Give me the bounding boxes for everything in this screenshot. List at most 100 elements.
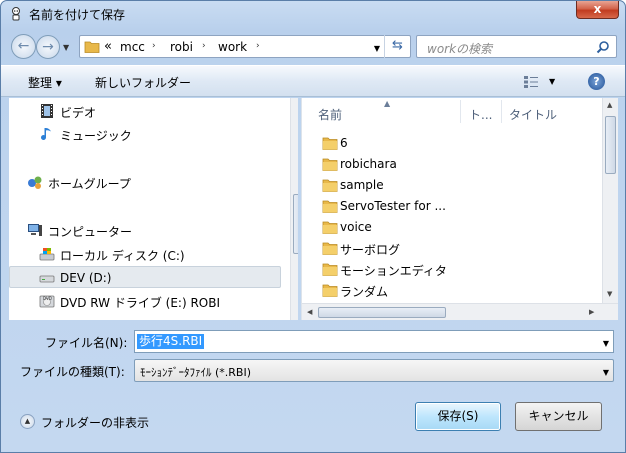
- filetype-dropdown-chevron-icon[interactable]: ▼: [603, 368, 609, 377]
- file-list-pane: ▲ 名前 ト... タイトル 6 robichara sample ServoTest…: [301, 98, 618, 320]
- file-list-item[interactable]: ServoTester for ...: [318, 196, 588, 217]
- homegroup-icon: [28, 176, 42, 189]
- breadcrumb-separator-icon[interactable]: ›: [256, 41, 260, 51]
- file-list-item[interactable]: 6: [318, 133, 588, 154]
- address-bar[interactable]: « mcc › robi › work › ▼: [79, 35, 411, 58]
- nav-item-dvd-e[interactable]: DVD DVD RW ドライブ (E:) ROBI: [9, 290, 281, 312]
- nav-item-local-disk-c[interactable]: ローカル ディスク (C:): [9, 243, 281, 265]
- file-list-vertical-scrollbar[interactable]: ▲ ▼: [602, 98, 618, 303]
- breadcrumb-separator-icon[interactable]: ›: [202, 41, 206, 51]
- scroll-right-arrow-icon[interactable]: ▶: [589, 308, 594, 316]
- file-list-item[interactable]: robichara: [318, 154, 588, 175]
- filename-label: ファイル名(N):: [45, 336, 128, 350]
- folder-icon: [322, 242, 338, 255]
- command-bar: 整理 ▾ 新しいフォルダー ▼ ?: [1, 65, 625, 97]
- refresh-icon: ⇆: [392, 38, 403, 53]
- filename-dropdown-chevron-icon[interactable]: ▼: [603, 339, 609, 348]
- svg-text:DVD: DVD: [43, 296, 52, 301]
- drive-icon: [39, 275, 55, 283]
- scrollbar-thumb[interactable]: [605, 116, 616, 174]
- scroll-up-arrow-icon[interactable]: ▲: [607, 101, 612, 109]
- recent-pages-dropdown[interactable]: ▼: [63, 43, 69, 52]
- computer-icon: [28, 224, 42, 236]
- file-name: サーボログ: [340, 243, 401, 257]
- nav-item-label: ホームグループ: [48, 177, 131, 191]
- folder-icon: [322, 221, 338, 234]
- close-button[interactable]: x: [576, 1, 619, 19]
- nav-item-dev-d[interactable]: DEV (D:): [9, 266, 281, 288]
- column-header-name[interactable]: 名前: [318, 106, 342, 123]
- nav-item-label: ビデオ: [60, 106, 97, 120]
- folder-icon: [322, 179, 338, 192]
- search-icon[interactable]: [596, 40, 610, 54]
- local-disk-icon: [39, 248, 55, 261]
- filetype-value: ﾓｰｼｮﾝﾃﾞｰﾀﾌｧｲﾙ (*.RBI): [140, 366, 252, 379]
- hide-folders-toggle[interactable]: フォルダーの非表示: [41, 414, 149, 431]
- file-list-horizontal-scrollbar[interactable]: ◀ ▶: [302, 303, 618, 320]
- scrollbar-thumb[interactable]: [318, 307, 446, 318]
- breadcrumb-item[interactable]: mcc: [120, 40, 145, 54]
- file-name: sample: [340, 178, 384, 192]
- breadcrumb-item[interactable]: robi: [170, 40, 193, 54]
- navigation-scrollbar[interactable]: [290, 98, 298, 320]
- save-button[interactable]: 保存(S): [415, 402, 501, 431]
- breadcrumb-overflow[interactable]: «: [104, 39, 112, 54]
- folder-icon: [322, 158, 338, 171]
- nav-item-videos[interactable]: ビデオ: [9, 100, 281, 122]
- file-list-item[interactable]: ランダム: [318, 280, 588, 301]
- nav-item-label: コンピューター: [48, 225, 133, 239]
- robot-app-icon: [12, 7, 20, 21]
- filetype-label: ファイルの種類(T):: [20, 365, 125, 379]
- window-title: 名前を付けて保存: [29, 8, 126, 22]
- cancel-button[interactable]: キャンセル: [515, 402, 602, 431]
- arrow-right-icon: →: [42, 39, 54, 55]
- file-name: モーションエディタ: [340, 264, 447, 278]
- column-header-type[interactable]: ト...: [469, 106, 492, 123]
- file-list-item[interactable]: voice: [318, 217, 588, 238]
- file-list-item[interactable]: モーションエディタ: [318, 259, 588, 280]
- title-bar: 名前を付けて保存 x: [1, 1, 625, 27]
- help-icon[interactable]: ?: [588, 73, 605, 90]
- nav-item-homegroup[interactable]: ホームグループ: [9, 171, 281, 193]
- scrollbar-thumb[interactable]: [293, 194, 298, 254]
- file-list-item[interactable]: sample: [318, 175, 588, 196]
- view-options-icon[interactable]: [523, 75, 539, 89]
- file-list-item[interactable]: サーボログ: [318, 238, 588, 259]
- new-folder-button[interactable]: 新しいフォルダー: [95, 74, 191, 91]
- navigation-pane: ビデオ ミュージック ホームグループ コンピューター ローカル ディスク (C:…: [9, 98, 298, 320]
- column-divider[interactable]: [501, 100, 502, 123]
- filename-input[interactable]: 歩行4S.RBI ▼: [134, 330, 614, 353]
- scroll-left-arrow-icon[interactable]: ◀: [307, 308, 312, 316]
- search-input[interactable]: workの検索: [416, 35, 617, 58]
- organize-button[interactable]: 整理 ▾: [28, 74, 62, 91]
- refresh-button[interactable]: ⇆: [384, 35, 410, 58]
- column-header-title[interactable]: タイトル: [509, 106, 557, 123]
- file-name: ServoTester for ...: [340, 199, 446, 213]
- nav-item-computer[interactable]: コンピューター: [9, 219, 281, 241]
- arrow-left-icon: ←: [17, 38, 30, 54]
- back-button[interactable]: ←: [11, 34, 36, 59]
- collapse-icon[interactable]: ▲: [20, 414, 35, 429]
- view-dropdown-chevron-icon[interactable]: ▼: [549, 77, 555, 86]
- file-name: ランダム: [340, 285, 389, 299]
- folder-icon: [322, 284, 338, 297]
- address-history-dropdown[interactable]: ▼: [374, 44, 380, 53]
- file-name: voice: [340, 220, 372, 234]
- nav-item-label: ローカル ディスク (C:): [60, 249, 185, 263]
- breadcrumb-item[interactable]: work: [218, 40, 247, 54]
- filename-value: 歩行4S.RBI: [137, 334, 205, 349]
- music-icon: [41, 128, 51, 140]
- scroll-down-arrow-icon[interactable]: ▼: [607, 290, 612, 298]
- column-headers: ▲ 名前 ト... タイトル: [302, 98, 602, 125]
- column-divider[interactable]: [460, 100, 461, 123]
- file-name: robichara: [340, 157, 397, 171]
- search-placeholder: workの検索: [427, 42, 493, 56]
- nav-item-music[interactable]: ミュージック: [9, 123, 281, 145]
- dvd-drive-icon: DVD: [39, 295, 55, 308]
- breadcrumb-separator-icon[interactable]: ›: [152, 41, 156, 51]
- forward-button[interactable]: →: [36, 35, 60, 59]
- folder-icon: [322, 263, 338, 276]
- filetype-select[interactable]: ﾓｰｼｮﾝﾃﾞｰﾀﾌｧｲﾙ (*.RBI) ▼: [134, 359, 614, 382]
- save-as-dialog: 名前を付けて保存 x ← → ▼ « mcc › robi › work › ▼…: [0, 0, 626, 453]
- folder-icon: [84, 41, 100, 53]
